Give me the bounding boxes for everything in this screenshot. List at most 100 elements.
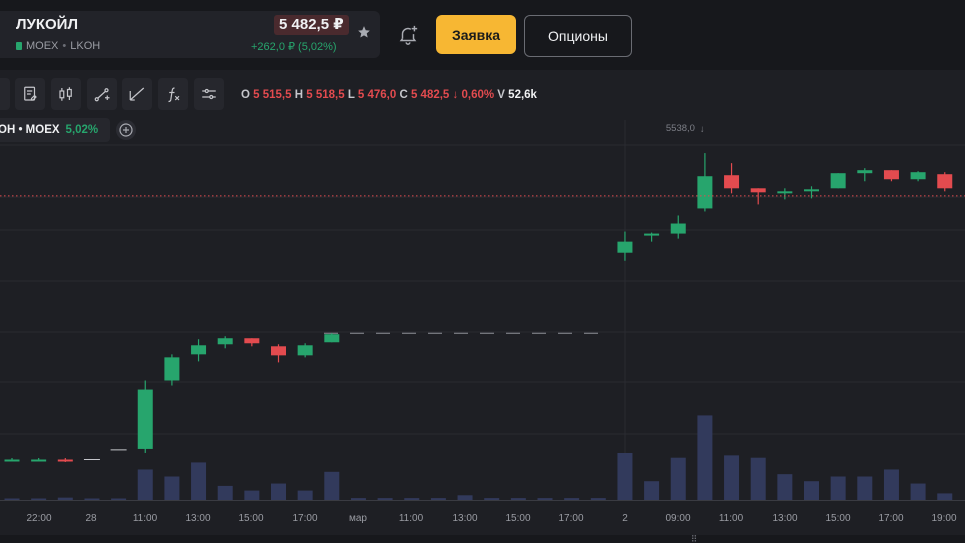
- volume-bar: [857, 476, 873, 500]
- volume-bars: [4, 415, 953, 500]
- candle-body: [137, 389, 153, 449]
- plus-circle-icon: [119, 123, 133, 137]
- x-tick-label: 13:00: [185, 513, 210, 524]
- candlestick-icon[interactable]: [51, 78, 81, 110]
- x-tick-label: 17:00: [878, 513, 903, 524]
- volume-bar: [377, 498, 393, 500]
- volume-bar: [777, 474, 793, 500]
- volume-bar: [910, 483, 926, 500]
- ticker-name: ЛУКОЙЛ: [16, 16, 78, 33]
- volume-bar: [697, 415, 713, 500]
- volume-bar: [670, 457, 686, 500]
- volume-bar: [84, 498, 100, 500]
- down-arrow-icon: ↓: [452, 89, 459, 101]
- candle-body: [883, 170, 899, 180]
- candle-body: [271, 346, 286, 356]
- low-label: L: [347, 89, 355, 101]
- candle-body: [777, 191, 793, 194]
- x-tick-label: 13:00: [772, 513, 797, 524]
- volume-bar: [350, 498, 366, 500]
- series-legend[interactable]: OH • MOEX 5,02%: [0, 118, 110, 142]
- star-icon[interactable]: [357, 25, 371, 44]
- candle-body: [244, 338, 260, 344]
- low-value: 5 476,0: [357, 89, 397, 101]
- bell-plus-icon[interactable]: [397, 24, 419, 51]
- candle-body: [324, 334, 340, 343]
- x-tick-label: 17:00: [292, 513, 317, 524]
- legend-symbol: OH • MOEX: [0, 124, 60, 136]
- indicator-list-icon[interactable]: [15, 78, 45, 110]
- x-axis: 22:00 28 11:00 13:00 15:00 17:00 мар 11:00 13:00…: [0, 513, 965, 543]
- candle-body: [804, 189, 819, 192]
- volume-bar: [510, 498, 526, 500]
- down-arrow-icon: ↓: [700, 124, 705, 135]
- volume-bar: [804, 481, 819, 500]
- x-tick-label: 15:00: [505, 513, 530, 524]
- candle-body: [31, 459, 47, 462]
- add-comparison-button[interactable]: [116, 120, 136, 140]
- volume-bar: [324, 471, 340, 500]
- x-tick-label: 11:00: [133, 513, 158, 524]
- x-tick-label: 09:00: [665, 513, 690, 524]
- order-button[interactable]: Заявка: [436, 15, 516, 54]
- volume-bar: [191, 462, 207, 500]
- change-value: 0,60%: [461, 89, 495, 101]
- ticker-exchange-line: MOEX • LKOH: [16, 40, 100, 52]
- candle-body: [217, 338, 233, 345]
- candle-body: [164, 357, 180, 381]
- close-value: 5 482,5: [410, 89, 450, 101]
- volume-bar: [271, 483, 286, 500]
- x-tick-label: мар: [349, 513, 367, 524]
- resize-handle-icon: ⠿: [691, 534, 698, 543]
- volume-bar: [937, 493, 953, 500]
- options-button[interactable]: Опционы: [524, 15, 632, 57]
- price-change: +262,0 ₽ (5,02%): [251, 41, 337, 53]
- settings-sliders-icon[interactable]: [194, 78, 224, 110]
- volume-value: 52,6k: [508, 89, 537, 101]
- angle-tool-icon[interactable]: [122, 78, 152, 110]
- bottom-strip: [0, 535, 965, 543]
- price-badge: 5 482,5 ₽: [274, 15, 349, 35]
- volume-bar: [137, 469, 153, 500]
- volume-bar: [111, 498, 127, 500]
- candles: [4, 153, 953, 463]
- x-tick-label: 11:00: [719, 513, 744, 524]
- close-label: C: [399, 89, 408, 101]
- volume-bar: [830, 476, 846, 500]
- volume-bar: [217, 485, 233, 500]
- top-bar: ЛУКОЙЛ MOEX • LKOH 5 482,5 ₽ +262,0 ₽ (5…: [0, 0, 965, 70]
- candle-body: [57, 459, 73, 462]
- candle-body: [297, 345, 313, 356]
- max-price-label: 5538,0: [666, 123, 695, 134]
- function-icon[interactable]: [158, 78, 188, 110]
- volume-bar: [750, 457, 766, 500]
- ohlc-readout: O 5 515,5 H 5 518,5 L 5 476,0 C 5 482,5 …: [241, 89, 537, 101]
- candle-body: [724, 175, 740, 189]
- volume-bar: [644, 481, 660, 500]
- candle-body: [937, 174, 953, 189]
- volume-bar: [724, 455, 740, 500]
- x-tick-label: 17:00: [558, 513, 583, 524]
- candle-body: [830, 173, 846, 189]
- x-tick-label: 11:00: [399, 513, 424, 524]
- x-tick-label: 15:00: [238, 513, 263, 524]
- x-tick-label: 2: [622, 513, 628, 524]
- draw-line-icon[interactable]: [87, 78, 117, 110]
- volume-bar: [537, 498, 553, 500]
- open-value: 5 515,5: [253, 89, 292, 101]
- candle-body: [910, 172, 926, 180]
- volume-label: V: [497, 89, 505, 101]
- bar-type-icon[interactable]: [0, 78, 10, 110]
- chart-grid: [0, 120, 965, 501]
- volume-bar: [883, 469, 899, 500]
- candle-body: [191, 345, 207, 355]
- candle-body: [857, 170, 873, 174]
- candle-body: [644, 233, 660, 236]
- volume-bar: [457, 495, 473, 500]
- x-tick-label: 22:00: [26, 513, 51, 524]
- x-tick-label: 28: [85, 513, 97, 524]
- volume-bar: [617, 453, 633, 500]
- volume-bar: [4, 498, 20, 500]
- candle-body: [4, 459, 20, 462]
- volume-bar: [57, 497, 73, 500]
